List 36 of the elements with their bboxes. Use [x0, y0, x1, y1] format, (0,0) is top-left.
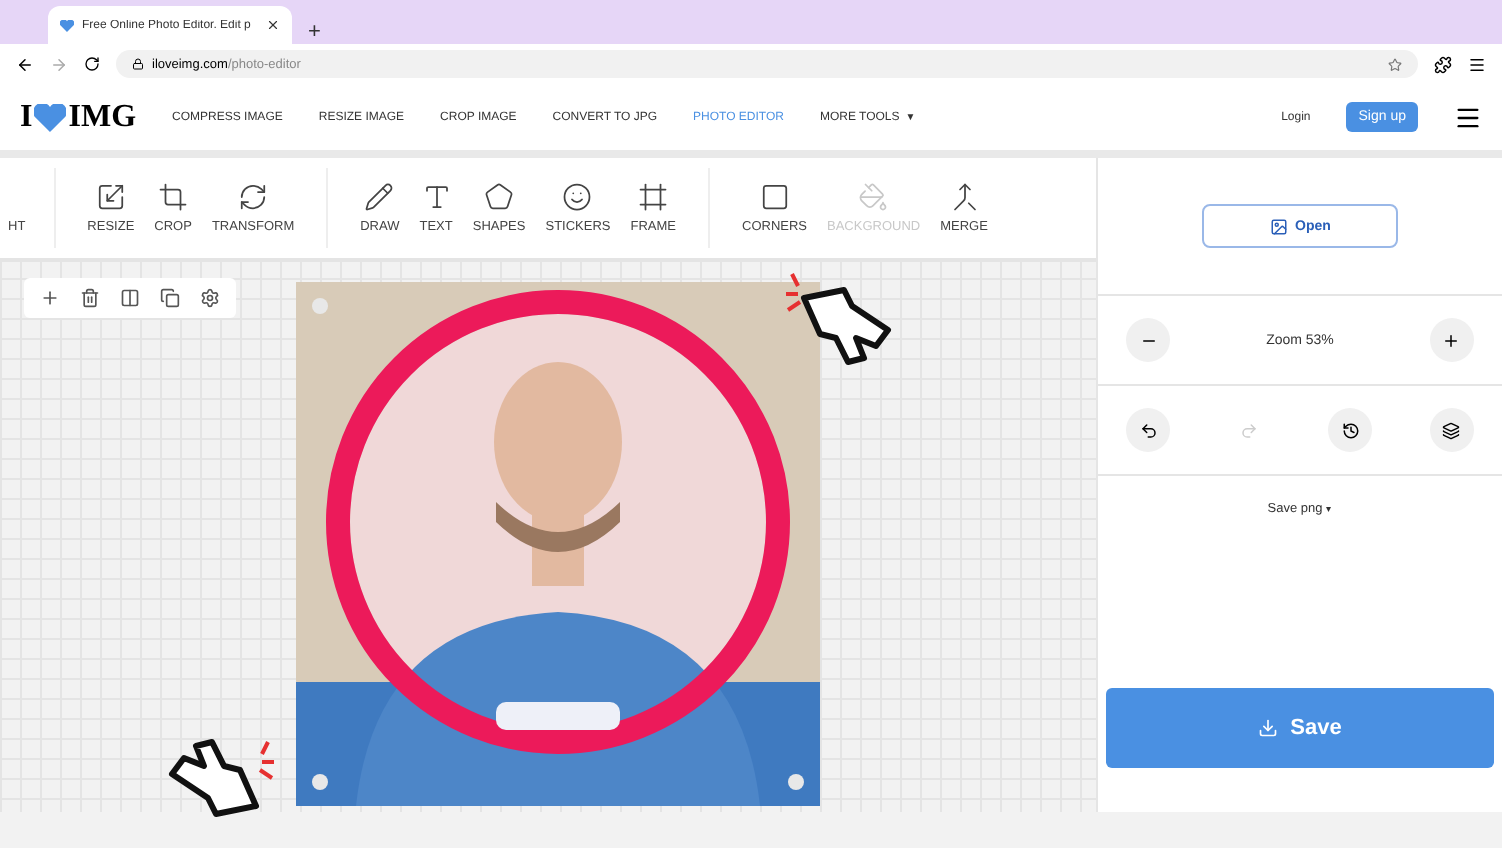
add-icon[interactable]: [40, 288, 60, 308]
star-icon[interactable]: [1388, 57, 1402, 71]
heart-icon: [60, 19, 74, 31]
resize-icon: [95, 182, 126, 212]
columns-icon[interactable]: [120, 288, 140, 308]
smiley-icon: [562, 182, 593, 212]
plus-icon: [1442, 331, 1461, 349]
layers-button[interactable]: [1429, 408, 1474, 452]
merge-icon: [949, 182, 980, 212]
crop-icon: [158, 182, 189, 212]
undo-icon: [1139, 421, 1157, 439]
history-icon: [1341, 421, 1360, 439]
rotate-icon: [238, 182, 269, 212]
settings-icon[interactable]: [200, 288, 220, 308]
reload-icon[interactable]: [84, 56, 100, 72]
pentagon-icon: [484, 182, 515, 212]
trash-icon[interactable]: [80, 288, 100, 308]
back-icon[interactable]: [16, 55, 34, 73]
rounded-square-icon: [759, 182, 790, 212]
layers-icon: [1442, 421, 1461, 439]
copy-icon[interactable]: [160, 288, 180, 308]
pencil-icon: [364, 182, 395, 212]
history-button[interactable]: [1328, 408, 1373, 452]
new-tab-button[interactable]: +: [308, 20, 321, 44]
lock-icon: [132, 58, 144, 70]
paint-bucket-icon: [858, 182, 889, 212]
close-icon[interactable]: [266, 18, 280, 32]
logo: I IMG: [20, 99, 137, 135]
text-icon: [421, 182, 452, 212]
undo-button[interactable]: [1126, 408, 1170, 452]
download-icon: [1258, 718, 1279, 738]
menu-icon[interactable]: [1454, 103, 1482, 131]
redo-icon: [1240, 421, 1259, 439]
zoom-in-button[interactable]: [1429, 318, 1474, 362]
extensions-icon[interactable]: [1434, 55, 1452, 73]
image-icon: [1269, 217, 1288, 235]
